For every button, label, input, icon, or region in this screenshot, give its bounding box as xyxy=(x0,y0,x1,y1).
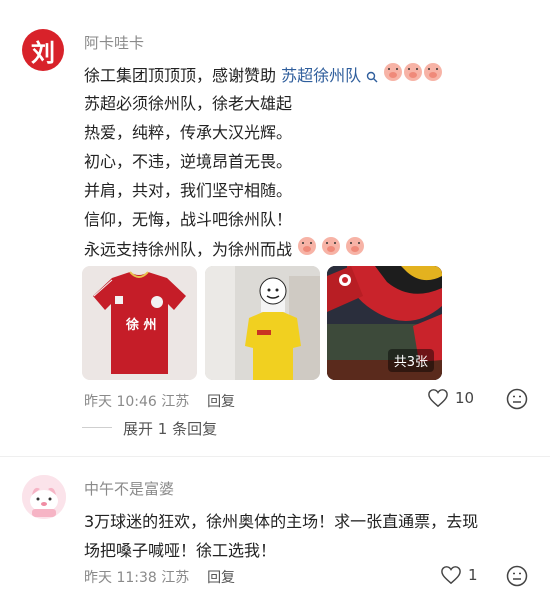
like-button[interactable]: 10 xyxy=(427,388,474,408)
like-button[interactable]: 1 xyxy=(440,565,478,585)
heart-icon xyxy=(428,389,448,408)
avatar[interactable]: 刘 xyxy=(22,29,64,71)
image-thumbnail-stadium[interactable]: 共3张 xyxy=(327,266,442,380)
comment-line: 初心，不违，逆境昂首无畏。 xyxy=(84,152,293,171)
expand-divider xyxy=(82,427,112,428)
expand-replies-button[interactable]: 展开 1 条回复 xyxy=(123,418,217,439)
pig-emoji-icon xyxy=(298,237,365,255)
reply-button[interactable]: 回复 xyxy=(207,570,235,586)
comment-line: 徐工集团顶顶顶，感谢赞助 苏超徐州队 xyxy=(84,61,443,86)
reply-button[interactable]: 回复 xyxy=(207,394,235,410)
jersey-text: 徐 州 xyxy=(126,318,157,333)
cartoon-avatar-image xyxy=(22,475,66,519)
comment-line: 场把嗓子喊哑！徐工选我！ xyxy=(84,541,277,560)
pig-emoji-icon xyxy=(384,63,443,81)
comment-time: 昨天 10:46 xyxy=(84,394,157,410)
emoji-reaction-icon[interactable] xyxy=(506,388,528,410)
image-thumbnail-jersey[interactable]: 徐 州 xyxy=(82,266,197,380)
comment-time: 昨天 11:38 xyxy=(84,570,157,586)
username[interactable]: 阿卡哇卡 xyxy=(84,32,144,53)
comment-line: 3万球迷的狂欢，徐州奥体的主场！求一张直通票，去现 xyxy=(84,512,479,531)
topic-tag[interactable]: 苏超徐州队 xyxy=(281,66,361,85)
comment-line: 信仰，无悔，战斗吧徐州队！ xyxy=(84,210,293,229)
emoji-reaction-icon[interactable] xyxy=(506,565,528,587)
comment-line: 苏超必须徐州队，徐老大雄起 xyxy=(84,94,293,113)
comment-divider xyxy=(0,456,550,457)
image-thumbnail-person[interactable] xyxy=(205,266,320,380)
comment-meta: 昨天 11:38 江苏 回复 xyxy=(84,567,235,587)
comment-line: 热爱，纯粹，传承大汉光辉。 xyxy=(84,123,293,142)
comment-location: 江苏 xyxy=(161,570,190,586)
comment-location: 江苏 xyxy=(161,394,190,410)
comment-line: 永远支持徐州队，为徐州而战 xyxy=(84,235,367,260)
username[interactable]: 中午不是富婆 xyxy=(84,478,174,499)
comment-meta: 昨天 10:46 江苏 回复 xyxy=(84,391,235,411)
avatar-text: 刘 xyxy=(31,37,55,67)
yellow-jersey-person-image xyxy=(205,266,320,380)
heart-icon xyxy=(441,566,461,585)
comment-line: 并肩，共对，我们坚守相随。 xyxy=(84,181,293,200)
like-count: 10 xyxy=(455,389,475,407)
avatar[interactable] xyxy=(22,475,66,519)
search-icon[interactable] xyxy=(366,71,378,83)
image-count-badge: 共3张 xyxy=(387,349,434,372)
like-count: 1 xyxy=(468,566,478,584)
